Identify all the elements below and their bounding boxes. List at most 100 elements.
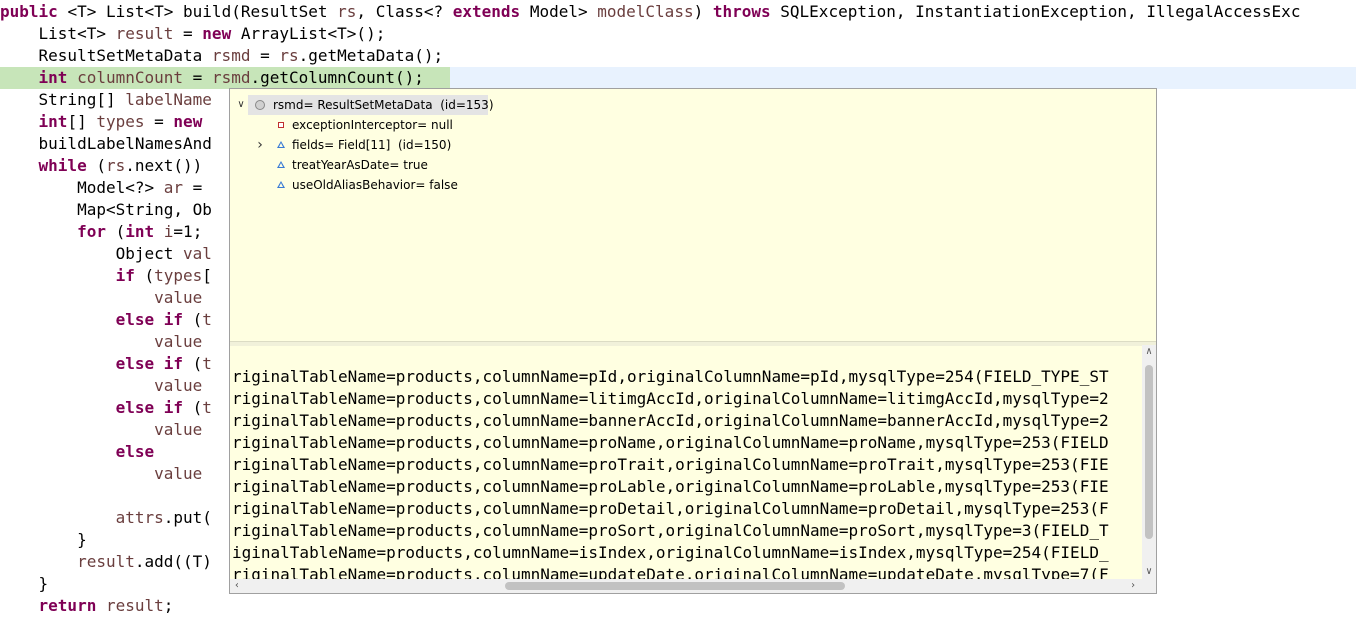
code-token: = [183,178,203,197]
code-token: String[] [0,90,126,109]
detail-line: riginalTableName=products,columnName=pId… [232,367,1109,386]
code-token: ) [693,2,713,21]
code-token: t [202,310,212,329]
code-token: = [144,112,174,131]
code-line[interactable]: ResultSetMetaData rsmd = rs.getMetaData(… [0,45,1356,67]
tree-field-label[interactable]: useOldAliasBehavior= false [292,175,458,195]
code-token: SQLException, InstantiationException, Il… [770,2,1301,21]
chevron-down-icon[interactable]: ∨ [236,95,246,115]
code-token: rsmd [211,46,251,65]
vertical-scrollbar[interactable]: ∧ ∨ [1142,345,1156,579]
code-token: ( [134,266,155,285]
code-token: .add((T) [134,552,212,571]
code-token: else if [115,310,184,329]
code-token: , Class<? [356,2,453,21]
code-token: ( [183,310,203,329]
code-token: extends [452,2,521,21]
code-token: result [115,24,174,43]
code-token: ( [183,398,203,417]
code-token: if [115,266,135,285]
code-token: public [0,2,68,21]
code-token: .put( [163,508,212,527]
code-token: Map<String, Ob [0,200,212,219]
horizontal-scroll-thumb[interactable] [505,582,845,590]
code-token: labelName [125,90,212,109]
code-token: result [105,596,164,615]
code-token: buildLabelNamesAnd [0,134,212,153]
code-token: new [202,24,232,43]
code-token: rs [279,46,299,65]
code-token: rs [337,2,357,21]
chevron-right-icon[interactable]: › [255,135,265,155]
code-token: ArrayList<T>(); [231,24,386,43]
code-token: ar [163,178,184,197]
code-token: i [163,222,174,241]
code-line[interactable]: public <T> List<T> build(ResultSet rs, C… [0,1,1356,23]
code-token: else if [115,398,184,417]
code-token: columnCount [77,68,184,87]
code-token: .next()) [125,156,203,175]
vertical-scroll-thumb[interactable] [1145,365,1153,539]
horizontal-scrollbar[interactable]: ‹ › [230,579,1142,593]
protected-field-icon [277,161,285,168]
code-token: ( [105,222,126,241]
tree-field-label[interactable]: fields= Field[11] (id=150) [292,135,451,155]
code-token: for [77,222,106,241]
code-token: modelClass [597,2,694,21]
current-code-line[interactable]: int columnCount = rsmd.getColumnCount(); [0,67,1356,89]
code-token: types [154,266,203,285]
detail-line: riginalTableName=products,columnName=upd… [232,565,1109,579]
code-token: = [250,46,280,65]
code-token: Object [0,244,184,263]
tree-field-label[interactable]: exceptionInterceptor= null [292,115,453,135]
detail-line: riginalTableName=products,columnName=lit… [232,389,1109,408]
code-line[interactable]: return result; [0,595,1356,617]
protected-field-icon [277,141,285,148]
code-token: result [77,552,135,571]
code-token: value [154,332,203,351]
scroll-up-icon[interactable]: ∧ [1142,345,1156,359]
private-field-icon [278,122,284,128]
tree-root-label[interactable]: rsmd= ResultSetMetaData (id=153) [273,95,494,115]
object-icon [255,100,265,110]
scroll-down-icon[interactable]: ∨ [1142,565,1156,579]
scroll-left-icon[interactable]: ‹ [230,579,244,593]
code-token: = [183,68,212,87]
code-token: attrs [115,508,164,527]
variable-tree[interactable]: ∨ rsmd= ResultSetMetaData (id=153) excep… [230,89,1156,341]
protected-field-icon [277,181,285,188]
code-token: ResultSetMetaData [0,46,212,65]
code-token: <T> List<T> build(ResultSet [67,2,338,21]
code-token: value [154,420,203,439]
variable-hover-popup[interactable]: ∨ rsmd= ResultSetMetaData (id=153) excep… [229,88,1157,594]
code-line[interactable]: List<T> result = new ArrayList<T>(); [0,23,1356,45]
code-token: value [154,376,203,395]
detail-line: riginalTableName=products,columnName=pro… [232,477,1109,496]
code-token: rsmd [211,68,251,87]
code-token: .getColumnCount(); [250,68,424,87]
detail-pane[interactable]: riginalTableName=products,columnName=pId… [230,345,1142,579]
code-token: value [154,464,203,483]
code-token: ( [183,354,203,373]
code-token: Model<?> [0,178,164,197]
scroll-right-icon[interactable]: › [1126,579,1140,593]
code-token: .getMetaData(); [298,46,444,65]
code-token: rs [105,156,126,175]
code-token: t [202,398,212,417]
tree-field-label[interactable]: treatYearAsDate= true [292,155,428,175]
code-token: throws [712,2,771,21]
code-token: types [96,112,145,131]
code-token: Model> [520,2,598,21]
detail-line: riginalTableName=products,columnName=pro… [232,455,1109,474]
